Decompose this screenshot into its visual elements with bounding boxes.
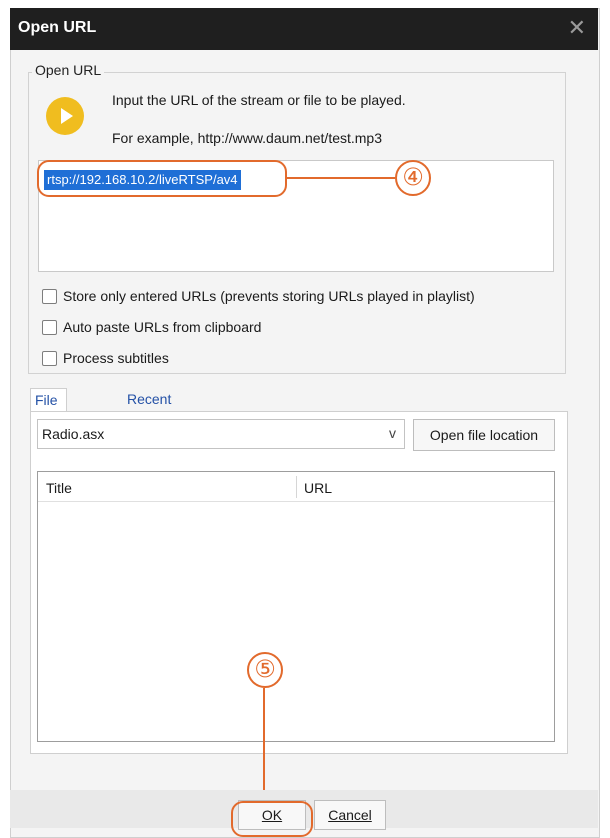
checkbox-icon[interactable] xyxy=(42,289,57,304)
open-url-group-legend: Open URL xyxy=(32,62,105,78)
url-file-select-value: Radio.asx xyxy=(42,426,105,442)
cancel-button-label: Cancel xyxy=(328,807,372,823)
url-list-table[interactable]: Title URL xyxy=(37,471,555,742)
cancel-button[interactable]: Cancel xyxy=(314,800,386,830)
annotation-line-5 xyxy=(263,688,265,801)
annotation-highlight-url xyxy=(37,160,287,197)
auto-paste-checkbox[interactable]: Auto paste URLs from clipboard xyxy=(42,318,261,338)
column-header-title[interactable]: Title xyxy=(46,480,72,496)
url-file-select[interactable]: Radio.asx v xyxy=(37,419,405,449)
store-only-label: Store only entered URLs (prevents storin… xyxy=(63,288,475,304)
tab-file-url-list[interactable]: File URL List xyxy=(30,388,68,452)
example-text: For example, http://www.daum.net/test.mp… xyxy=(112,130,383,146)
auto-paste-label: Auto paste URLs from clipboard xyxy=(63,319,262,335)
open-file-location-button[interactable]: Open file location xyxy=(413,419,555,451)
annotation-callout-5: ⑤ xyxy=(247,652,283,688)
checkbox-icon[interactable] xyxy=(42,320,57,335)
process-subtitles-checkbox[interactable]: Process subtitles xyxy=(42,349,169,369)
annotation-callout-4: ④ xyxy=(395,160,431,196)
title-bar: Open URL ✕ xyxy=(10,8,598,50)
instruction-text: Input the URL of the stream or file to b… xyxy=(112,92,406,108)
play-icon[interactable] xyxy=(46,97,84,135)
table-header: Title URL xyxy=(38,472,554,502)
store-only-checkbox[interactable]: Store only entered URLs (prevents storin… xyxy=(42,287,475,307)
chevron-down-icon[interactable]: v xyxy=(389,425,396,441)
annotation-line-4 xyxy=(287,177,395,179)
annotation-highlight-ok xyxy=(231,801,313,837)
window-title: Open URL xyxy=(18,19,97,36)
checkbox-icon[interactable] xyxy=(42,351,57,366)
column-header-url[interactable]: URL xyxy=(304,480,332,496)
close-icon[interactable]: ✕ xyxy=(568,14,586,42)
column-divider[interactable] xyxy=(296,476,297,498)
process-subtitles-label: Process subtitles xyxy=(63,350,169,366)
tab-recent-url-list[interactable]: Recent URL List xyxy=(123,388,175,451)
